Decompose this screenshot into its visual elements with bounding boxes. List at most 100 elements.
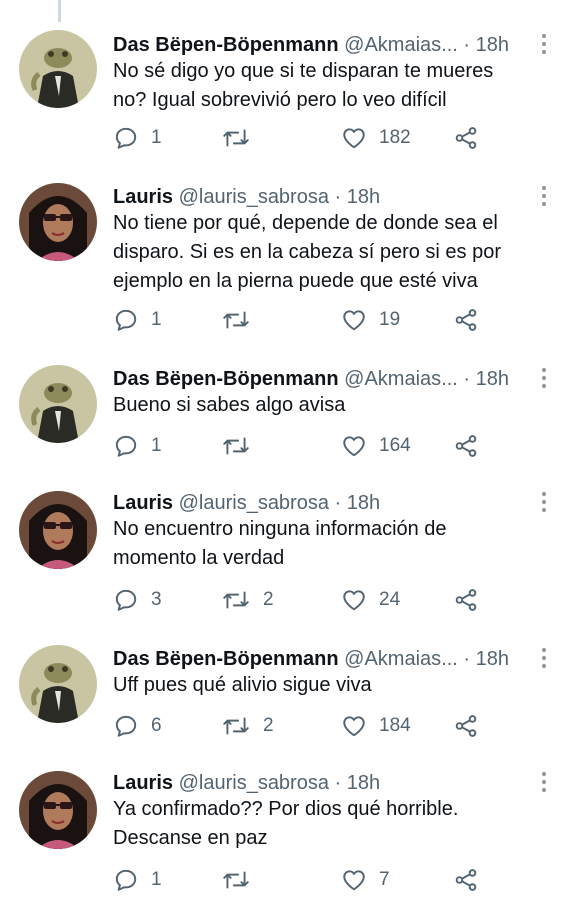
like-button[interactable]: 7 (341, 865, 390, 895)
author-handle[interactable]: @lauris_sabrosa (179, 186, 329, 208)
heart-icon (343, 870, 365, 891)
author-handle[interactable]: @Akmaias... (344, 648, 458, 670)
like-button[interactable]: 19 (341, 305, 400, 335)
retweet-button[interactable]: 2 (221, 585, 274, 615)
more-options-icon[interactable] (540, 186, 548, 208)
retweet-button[interactable] (221, 865, 263, 895)
retweet-button[interactable]: 2 (221, 711, 274, 741)
share-button[interactable] (453, 123, 479, 153)
reply-icon (115, 589, 137, 611)
more-options-icon[interactable] (540, 772, 548, 794)
author-handle[interactable]: @lauris_sabrosa (179, 772, 329, 794)
separator-dot: · (463, 648, 471, 670)
heart-icon (343, 310, 365, 331)
heart-icon (343, 716, 365, 737)
tweet-text-line: Bueno si sabes algo avisa (113, 394, 346, 416)
more-options-icon[interactable] (540, 648, 548, 670)
like-count: 184 (379, 715, 411, 736)
tweet-actions: 1 19 (113, 305, 533, 335)
share-button[interactable] (453, 431, 479, 461)
tweet-actions: 1 182 (113, 123, 533, 153)
share-icon (455, 127, 477, 149)
avatar[interactable] (19, 183, 97, 261)
reply-count: 6 (151, 715, 162, 736)
share-button[interactable] (453, 711, 479, 741)
timestamp[interactable]: 18h (347, 772, 380, 794)
tweet-actions: 1 164 (113, 431, 533, 461)
retweet-button[interactable] (221, 431, 263, 461)
reply-icon (115, 435, 137, 457)
reply-count: 1 (151, 869, 162, 890)
separator-dot: · (463, 34, 471, 56)
share-button[interactable] (453, 305, 479, 335)
reply-button[interactable]: 1 (113, 431, 162, 461)
timestamp[interactable]: 18h (347, 186, 380, 208)
tweet-text: No encuentro ninguna información de mome… (113, 515, 540, 573)
timestamp[interactable]: 18h (476, 34, 509, 56)
reply-button[interactable]: 1 (113, 123, 162, 153)
author-name[interactable]: Lauris (113, 186, 173, 208)
heart-icon (343, 128, 365, 149)
more-options-icon[interactable] (540, 368, 548, 390)
heart-icon (343, 436, 365, 457)
timestamp[interactable]: 18h (476, 368, 509, 390)
more-options-icon[interactable] (540, 492, 548, 514)
tweet-text-line: momento la verdad (113, 547, 285, 569)
reply-icon (115, 715, 137, 737)
author-name[interactable]: Lauris (113, 492, 173, 514)
like-button[interactable]: 184 (341, 711, 411, 741)
like-count: 24 (379, 589, 401, 610)
author-handle[interactable]: @Akmaias... (344, 368, 458, 390)
reply-button[interactable]: 1 (113, 865, 162, 895)
like-button[interactable]: 164 (341, 431, 411, 461)
retweet-icon (223, 717, 249, 735)
like-button[interactable]: 24 (341, 585, 400, 615)
retweet-icon (223, 437, 249, 455)
tweet-text-line: Descanse en paz (113, 827, 268, 849)
tweet-text-line: No sé digo yo que si te disparan te muer… (113, 60, 494, 82)
share-button[interactable] (453, 865, 479, 895)
share-icon (455, 869, 477, 891)
like-count: 7 (379, 869, 390, 890)
reply-button[interactable]: 3 (113, 585, 162, 615)
tweet-text-line: Uff pues qué alivio sigue viva (113, 674, 372, 696)
share-icon (455, 715, 477, 737)
author-name[interactable]: Das Bëpen-Böpenmann (113, 368, 339, 390)
retweet-button[interactable] (221, 123, 263, 153)
tweet-text-line: ejemplo en la pierna puede que esté viva (113, 270, 478, 292)
thread-connector-line (58, 0, 61, 22)
avatar[interactable] (19, 645, 97, 723)
timestamp[interactable]: 18h (476, 648, 509, 670)
woman-avatar-image (19, 491, 97, 569)
retweet-icon (223, 591, 249, 609)
reply-button[interactable]: 1 (113, 305, 162, 335)
woman-avatar-image (19, 183, 97, 261)
like-button[interactable]: 182 (341, 123, 411, 153)
heart-icon (343, 590, 365, 611)
timestamp[interactable]: 18h (347, 492, 380, 514)
author-handle[interactable]: @Akmaias... (344, 34, 458, 56)
retweet-button[interactable] (221, 305, 263, 335)
author-name[interactable]: Lauris (113, 772, 173, 794)
share-button[interactable] (453, 585, 479, 615)
author-name[interactable]: Das Bëpen-Böpenmann (113, 648, 339, 670)
avatar[interactable] (19, 491, 97, 569)
tweet-text-line: no? Igual sobrevivió pero lo veo difícil (113, 89, 447, 111)
avatar[interactable] (19, 771, 97, 849)
retweet-icon (223, 871, 249, 889)
avatar[interactable] (19, 30, 97, 108)
like-count: 164 (379, 435, 411, 456)
reply-count: 1 (151, 309, 162, 330)
frog-avatar-image (19, 365, 97, 443)
tweet-text-line: disparo. Si es en la cabeza sí pero si e… (113, 241, 501, 263)
author-name[interactable]: Das Bëpen-Böpenmann (113, 34, 339, 56)
reply-button[interactable]: 6 (113, 711, 162, 741)
tweet-text: Bueno si sabes algo avisa (113, 391, 540, 420)
reply-icon (115, 127, 137, 149)
separator-dot: · (334, 186, 342, 208)
reply-icon (115, 869, 137, 891)
author-handle[interactable]: @lauris_sabrosa (179, 492, 329, 514)
more-options-icon[interactable] (540, 34, 548, 56)
retweet-icon (223, 311, 249, 329)
avatar[interactable] (19, 365, 97, 443)
